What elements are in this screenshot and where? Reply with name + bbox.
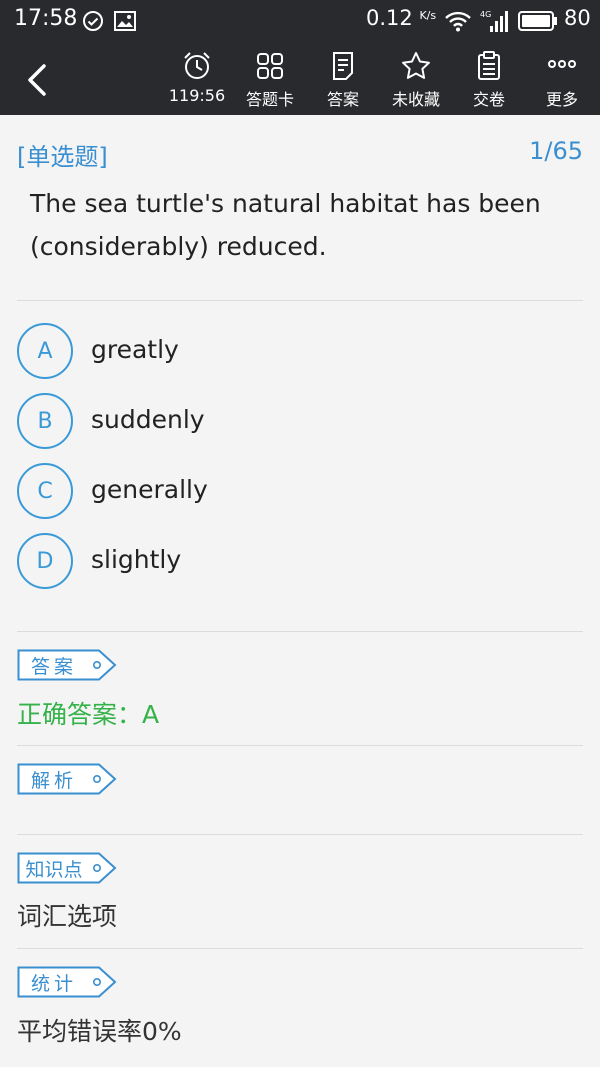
more-dots-icon — [548, 60, 576, 68]
option-letter: A — [17, 323, 73, 379]
analysis-tag-label: 解析 — [30, 770, 77, 792]
favorite-button[interactable]: 未收藏 — [381, 48, 451, 110]
clipboard-icon — [478, 51, 500, 80]
more-label: 更多 — [545, 90, 578, 109]
answer-card-label: 答题卡 — [245, 90, 294, 109]
top-toolbar: 119:56 答题卡 答案 未收藏 交卷 更多 — [0, 42, 600, 115]
grid-icon — [257, 53, 283, 79]
battery-level: 80 — [564, 6, 591, 30]
alarm-clock-icon — [184, 52, 210, 79]
network-type: 4G — [480, 10, 491, 19]
document-icon — [333, 52, 353, 80]
option-letter: C — [17, 463, 73, 519]
option-d[interactable]: D slightly — [17, 533, 577, 593]
answer-tag: 答案 — [17, 649, 117, 681]
analysis-tag: 解析 — [17, 763, 117, 795]
option-b[interactable]: B suddenly — [17, 393, 577, 453]
favorite-label: 未收藏 — [391, 90, 440, 109]
option-text: generally — [91, 475, 208, 504]
answer-button[interactable]: 答案 — [308, 48, 378, 110]
network-speed: 0.12 K/s — [366, 6, 436, 30]
back-button[interactable] — [20, 60, 56, 100]
answer-label: 答案 — [326, 90, 359, 109]
stats-tag: 统计 — [17, 966, 117, 998]
check-circle-icon — [82, 10, 104, 36]
knowledge-text: 词汇选项 — [17, 902, 118, 931]
gallery-icon — [114, 11, 136, 35]
option-letter: B — [17, 393, 73, 449]
question-type: [单选题] — [17, 143, 108, 171]
divider — [17, 300, 583, 301]
option-text: greatly — [91, 335, 179, 364]
option-letter: D — [17, 533, 73, 589]
submit-label: 交卷 — [472, 90, 505, 109]
star-icon — [402, 52, 430, 79]
answer-tag-label: 答案 — [30, 656, 77, 678]
option-text: slightly — [91, 545, 182, 574]
question-panel: [单选题] 1/65 The sea turtle's natural habi… — [0, 115, 600, 1067]
battery-icon — [518, 11, 558, 35]
divider — [17, 948, 583, 949]
signal-icon: 4G — [480, 8, 512, 38]
knowledge-tag-label: 知识点 — [25, 859, 83, 881]
answer-card-button[interactable]: 答题卡 — [235, 48, 305, 110]
status-time: 17:58 — [14, 6, 78, 31]
timer-label: 119:56 — [168, 86, 226, 105]
option-a[interactable]: A greatly — [17, 323, 577, 383]
question-text: The sea turtle's natural habitat has bee… — [30, 189, 541, 261]
divider — [17, 834, 583, 835]
timer-button[interactable]: 119:56 — [162, 48, 232, 110]
network-speed-value: 0.12 — [366, 6, 413, 30]
divider — [17, 631, 583, 632]
option-text: suddenly — [91, 405, 205, 434]
wifi-icon — [444, 10, 472, 36]
knowledge-tag: 知识点 — [17, 852, 117, 884]
chevron-left-icon — [28, 64, 46, 96]
question-number: 1/65 — [529, 137, 583, 165]
stats-tag-label: 统计 — [30, 973, 77, 995]
submit-button[interactable]: 交卷 — [454, 48, 524, 110]
divider — [17, 745, 583, 746]
option-c[interactable]: C generally — [17, 463, 577, 523]
correct-answer: 正确答案：A — [17, 700, 160, 729]
stats-text: 平均错误率0% — [17, 1017, 182, 1046]
status-bar: 17:58 0.12 K/s 4G 80 — [0, 0, 600, 42]
network-speed-unit: K/s — [419, 9, 437, 22]
more-button[interactable]: 更多 — [527, 48, 597, 110]
